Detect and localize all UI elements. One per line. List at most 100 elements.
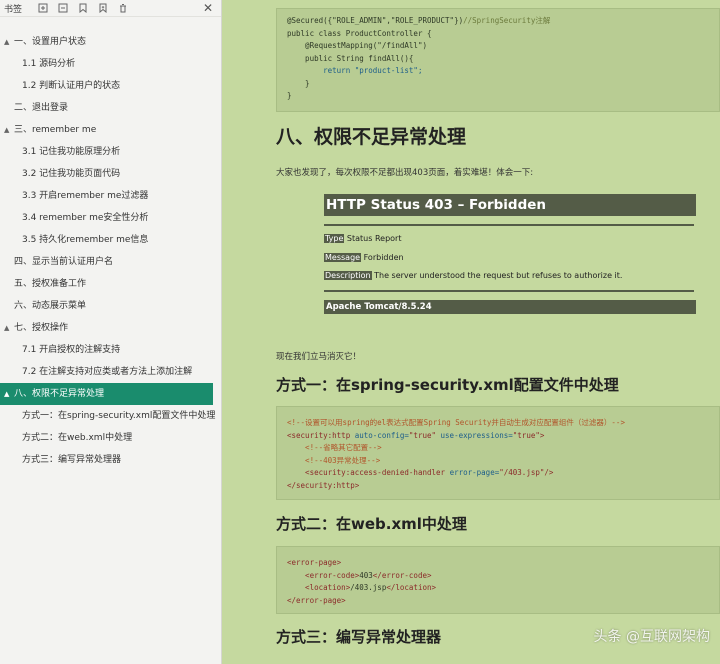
toc-item-label: 3.3 开启remember me过滤器 xyxy=(22,191,149,201)
code-tag: </location> xyxy=(386,583,437,592)
toc-item-label: 3.1 记住我功能原理分析 xyxy=(22,147,121,157)
sidebar-toolbar: 书签 ✕ xyxy=(0,0,221,17)
code-tag: <security:http xyxy=(287,430,355,440)
type-label: Type xyxy=(324,234,345,243)
code-tag: </error-code> xyxy=(372,570,432,580)
toc-item-label: 方式二：在web.xml中处理 xyxy=(22,433,133,443)
code-line: return "product-list"; xyxy=(287,66,423,75)
toc-item[interactable]: 1.1 源码分析 xyxy=(0,53,221,75)
toc-item-label: 五、授权准备工作 xyxy=(14,279,87,289)
toc-item[interactable]: 3.5 持久化remember me信息 xyxy=(0,229,221,251)
toc-item[interactable]: 二、退出登录 xyxy=(0,97,221,119)
code-attr: error-page= xyxy=(449,468,500,477)
bookmark-sidebar: 书签 ✕ ▲ 一、设置用户状态 1.1 源码分析 1.2 判断认证用户的状态二、退出登… xyxy=(0,0,222,664)
toc-item-label: 3.5 持久化remember me信息 xyxy=(22,235,149,245)
toc-item[interactable]: ▲ 八、权限不足异常处理 xyxy=(0,383,213,405)
section-heading-8: 八、权限不足异常处理 xyxy=(276,126,467,148)
http-403-screenshot: HTTP Status 403 – Forbidden Type Status … xyxy=(324,186,696,320)
toc-item-label: 二、退出登录 xyxy=(14,103,69,113)
code-text: /403.jsp xyxy=(350,583,387,592)
message-value: Forbidden xyxy=(363,253,404,262)
code-comment: <!--省略其它配置--> xyxy=(287,443,382,452)
bookmark-add-icon[interactable] xyxy=(96,1,110,15)
code-tag: <location> xyxy=(287,583,351,592)
code-line: public String findAll(){ xyxy=(287,53,414,63)
sidebar-title: 书签 xyxy=(4,4,23,15)
code-value: "true" xyxy=(408,430,437,440)
toc-item[interactable]: ▲ 一、设置用户状态 xyxy=(0,31,221,53)
type-value: Status Report xyxy=(346,234,402,243)
toc-item-label: 一、设置用户状态 xyxy=(14,37,87,47)
toc-item[interactable]: ▲ 七、授权操作 xyxy=(0,317,221,339)
toc-item-label: 1.1 源码分析 xyxy=(22,59,76,69)
toc-item[interactable]: 3.1 记住我功能原理分析 xyxy=(0,141,221,163)
method1-heading: 方式一：在spring-security.xml配置文件中处理 xyxy=(276,376,619,394)
toc-item[interactable]: 1.2 判断认证用户的状态 xyxy=(0,75,221,97)
divider xyxy=(324,224,694,226)
toc-item[interactable]: 方式二：在web.xml中处理 xyxy=(0,427,221,449)
code-line: } xyxy=(287,91,292,100)
toc-item[interactable]: 四、显示当前认证用户名 xyxy=(0,251,221,273)
toc-item-label: 方式三：编写异常处理器 xyxy=(22,455,122,465)
toc-item-label: 三、remember me xyxy=(14,125,97,135)
close-icon[interactable]: ✕ xyxy=(203,1,213,15)
code-attr: auto-config= xyxy=(354,430,409,440)
code-line: @Secured({"ROLE_ADMIN","ROLE_PRODUCT"}) xyxy=(287,16,464,25)
toggle-arrow-icon[interactable]: ▲ xyxy=(4,31,9,53)
watermark: 头条 @互联网架构 xyxy=(593,629,710,645)
collapse-all-icon[interactable] xyxy=(56,1,70,15)
code-attr: use-expressions= xyxy=(436,430,513,440)
code-value: "/403.jsp" xyxy=(499,468,545,477)
method3-heading: 方式三：编写异常处理器 xyxy=(276,628,442,646)
toc-item[interactable]: 7.2 在注解支持对应类或者方法上添加注解 xyxy=(0,361,221,383)
code-comment: <!--403异常处理--> xyxy=(287,455,381,465)
toc-item-label: 7.1 开启授权的注解支持 xyxy=(22,345,121,355)
bookmark-icon[interactable] xyxy=(76,1,90,15)
description-row: Description The server understood the re… xyxy=(324,271,622,280)
code-block-spring-security: <!--设置可以用spring的el表达式配置Spring Security并自… xyxy=(276,406,720,500)
toc-item-label: 1.2 判断认证用户的状态 xyxy=(22,81,121,91)
description-label: Description xyxy=(324,271,372,280)
code-line: public class ProductController { xyxy=(287,28,432,38)
delete-icon[interactable] xyxy=(116,1,130,15)
toc-item-label: 四、显示当前认证用户名 xyxy=(14,257,114,267)
code-block-controller: @Secured({"ROLE_ADMIN","ROLE_PRODUCT"})/… xyxy=(276,8,720,112)
method2-heading: 方式二：在web.xml中处理 xyxy=(276,515,467,533)
code-tag: </error-page> xyxy=(287,595,346,605)
expand-all-icon[interactable] xyxy=(36,1,50,15)
toc-item-label: 方式一：在spring-security.xml配置文件中处理 xyxy=(22,411,216,421)
toc-item[interactable]: ▲ 三、remember me xyxy=(0,119,221,141)
transition-paragraph: 现在我们立马消灭它！ xyxy=(276,352,362,362)
toc-item[interactable]: 7.1 开启授权的注解支持 xyxy=(0,339,221,361)
code-tag: <error-page> xyxy=(287,558,342,567)
toc-item[interactable]: 六、动态展示菜单 xyxy=(0,295,221,317)
toc-item[interactable]: 五、授权准备工作 xyxy=(0,273,221,295)
code-tag: > xyxy=(539,430,545,440)
toc-item[interactable]: 方式一：在spring-security.xml配置文件中处理 xyxy=(0,405,221,427)
toc-item[interactable]: 3.2 记住我功能页面代码 xyxy=(0,163,221,185)
document-content: @Secured({"ROLE_ADMIN","ROLE_PRODUCT"})/… xyxy=(222,0,720,664)
toggle-arrow-icon[interactable]: ▲ xyxy=(4,317,9,339)
toggle-arrow-icon[interactable]: ▲ xyxy=(4,383,9,405)
divider xyxy=(324,290,694,292)
message-row: Message Forbidden xyxy=(324,253,404,262)
code-comment: <!--设置可以用spring的el表达式配置Spring Security并自… xyxy=(287,418,625,427)
toc-item[interactable]: 3.3 开启remember me过滤器 xyxy=(0,185,221,207)
toc-item[interactable]: 3.4 remember me安全性分析 xyxy=(0,207,221,229)
bookmark-list: ▲ 一、设置用户状态 1.1 源码分析 1.2 判断认证用户的状态二、退出登录 ▲ 三、r… xyxy=(0,31,221,471)
code-tag: /> xyxy=(544,468,554,477)
toc-item-label: 3.4 remember me安全性分析 xyxy=(22,213,149,223)
toggle-arrow-icon[interactable]: ▲ xyxy=(4,119,9,141)
code-tag: <error-code> xyxy=(287,570,360,580)
toc-item-label: 3.2 记住我功能页面代码 xyxy=(22,169,121,179)
error-title: HTTP Status 403 – Forbidden xyxy=(324,194,696,216)
intro-paragraph: 大家也发现了，每次权限不足都出现403页面，着实难堪！体会一下: xyxy=(276,168,534,178)
code-text: 403 xyxy=(359,570,373,580)
code-comment: //SpringSecurity注解 xyxy=(463,16,551,25)
toc-item-label: 八、权限不足异常处理 xyxy=(14,389,105,399)
toc-item[interactable]: 方式三：编写异常处理器 xyxy=(0,449,221,471)
error-footer: Apache Tomcat/8.5.24 xyxy=(324,300,696,314)
code-tag: <security:access-denied-handler xyxy=(287,468,450,477)
message-label: Message xyxy=(324,253,362,262)
code-tag: </security:http> xyxy=(287,480,360,490)
